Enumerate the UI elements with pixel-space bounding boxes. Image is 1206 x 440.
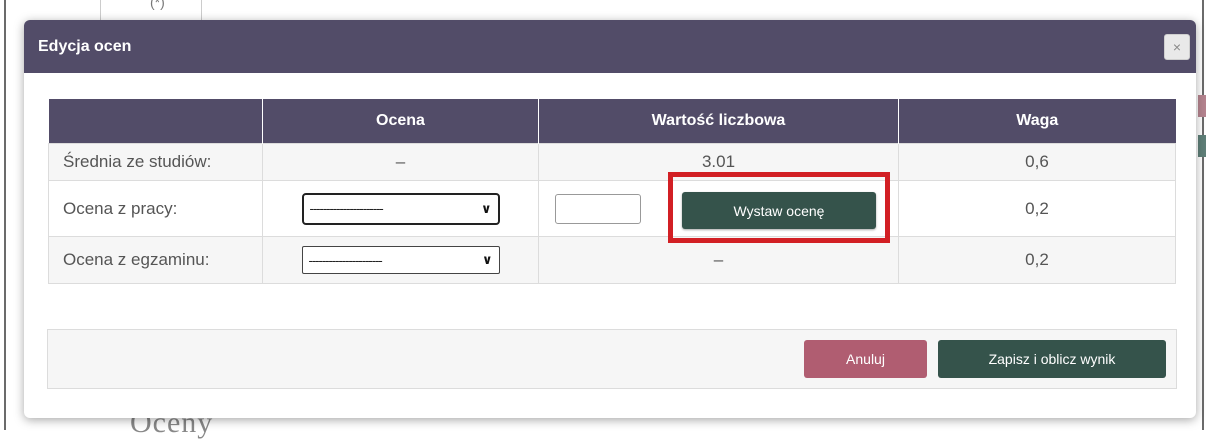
row-label: Ocena z pracy: bbox=[48, 180, 263, 237]
grade-value: – bbox=[262, 143, 539, 181]
weight-value: 0,2 bbox=[898, 236, 1176, 284]
weight-value: 0,2 bbox=[898, 180, 1176, 237]
background-button-fragment bbox=[1198, 135, 1206, 157]
grade-cell: ---------------------- ∨ bbox=[262, 180, 539, 237]
exam-grade-select[interactable]: ---------------------- ∨ bbox=[301, 246, 500, 274]
select-value: ---------------------- bbox=[309, 201, 384, 216]
numeric-value-input[interactable] bbox=[555, 194, 641, 224]
dialog-footer: Anuluj Zapisz i oblicz wynik bbox=[47, 329, 1177, 389]
chevron-down-icon: ∨ bbox=[481, 252, 493, 267]
cancel-button[interactable]: Anuluj bbox=[804, 340, 927, 378]
edit-grades-dialog: Edycja ocen × Ocena Wartość liczbowa Wag… bbox=[24, 20, 1196, 418]
close-button[interactable]: × bbox=[1164, 34, 1190, 60]
thesis-grade-select[interactable]: ---------------------- ∨ bbox=[301, 192, 500, 225]
dialog-header: Edycja ocen × bbox=[24, 20, 1196, 73]
weight-value: 0,6 bbox=[898, 143, 1176, 181]
background-button-fragment bbox=[1198, 95, 1206, 117]
chevron-down-icon: ∨ bbox=[480, 200, 492, 216]
table-header-row: Ocena Wartość liczbowa Waga bbox=[48, 99, 1176, 144]
numeric-value-cell: Wystaw ocenę bbox=[538, 172, 899, 243]
table-row: Ocena z egzaminu: ----------------------… bbox=[48, 236, 1176, 284]
close-icon: × bbox=[1172, 39, 1182, 55]
column-header-numeric-value: Wartość liczbowa bbox=[538, 99, 899, 144]
issue-grade-button[interactable]: Wystaw ocenę bbox=[682, 192, 876, 229]
column-header-grade: Ocena bbox=[262, 99, 539, 144]
dialog-title: Edycja ocen bbox=[38, 37, 132, 55]
table-row: Średnia ze studiów: – 3.01 0,6 bbox=[48, 143, 1176, 181]
numeric-value: – bbox=[538, 236, 899, 284]
select-value: ---------------------- bbox=[308, 252, 383, 268]
background-top-text: (*) bbox=[150, 0, 165, 10]
grade-cell: ---------------------- ∨ bbox=[262, 236, 539, 284]
table-row: Ocena z pracy: ---------------------- ∨ … bbox=[48, 172, 1176, 243]
column-header-weight: Waga bbox=[898, 99, 1176, 144]
row-label: Ocena z egzaminu: bbox=[48, 236, 263, 284]
column-header bbox=[48, 99, 263, 144]
row-label: Średnia ze studiów: bbox=[48, 143, 263, 181]
grades-table: Ocena Wartość liczbowa Waga Średnia ze s… bbox=[48, 99, 1176, 284]
save-and-calculate-button[interactable]: Zapisz i oblicz wynik bbox=[938, 340, 1166, 378]
